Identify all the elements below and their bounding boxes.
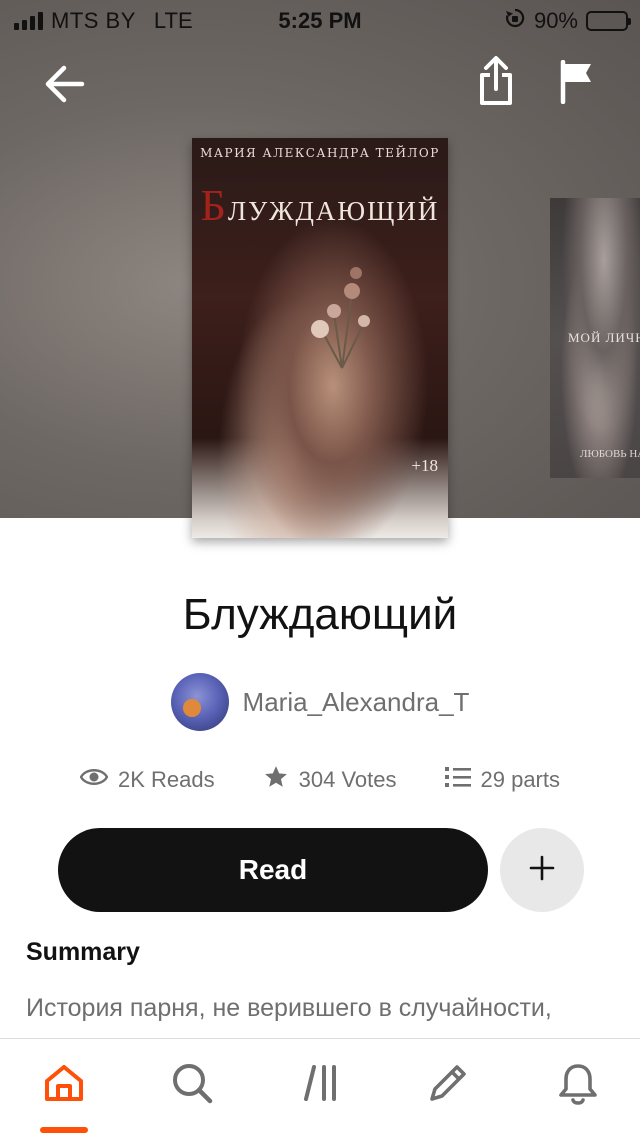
story-stats: 2K Reads 304 Votes 29 parts	[0, 760, 640, 800]
list-icon	[444, 766, 471, 794]
home-icon	[42, 1061, 86, 1110]
summary-text: История парня, не верившего в случайност…	[26, 994, 552, 1022]
flowers-illustration	[311, 267, 370, 369]
cover-author: МАРИЯ АЛЕКСАНДРА ТЕЙЛОР	[200, 146, 440, 160]
back-button[interactable]	[36, 58, 92, 114]
bell-icon	[556, 1061, 600, 1112]
parts-count: 29 parts	[480, 767, 561, 792]
cover-title: БЛУЖДАЮЩИЙ	[192, 180, 448, 231]
reads-count: 2K Reads	[118, 767, 215, 792]
read-button[interactable]: Read	[58, 828, 488, 912]
active-tab-indicator	[40, 1127, 88, 1133]
cover-title-rest: ЛУЖДАЮЩИЙ	[227, 196, 440, 226]
plus-icon	[529, 855, 555, 886]
pencil-icon	[426, 1061, 470, 1110]
search-icon	[170, 1061, 214, 1110]
cover-age-rating: +18	[411, 456, 438, 475]
tab-library[interactable]	[292, 1061, 352, 1117]
rotation-lock-icon	[504, 7, 526, 35]
report-button[interactable]	[552, 58, 600, 110]
story-title: Блуждающий	[182, 590, 458, 639]
status-bar: MTS BY LTE 5:25 PM 90%	[0, 0, 640, 40]
battery-percent: 90%	[533, 8, 578, 33]
eye-icon	[79, 767, 109, 793]
summary-heading: Summary	[26, 938, 140, 966]
votes-count: 304 Votes	[298, 767, 397, 792]
cover-title-initial: Б	[200, 181, 228, 230]
star-icon	[263, 764, 289, 796]
reads-stat: 2K Reads	[79, 767, 215, 793]
flag-icon	[559, 59, 593, 109]
share-button[interactable]	[470, 55, 522, 111]
tab-write[interactable]	[418, 1061, 478, 1117]
avatar	[170, 673, 229, 731]
next-cover-subtitle: ЛЮБОВЬ НА ПР	[580, 448, 640, 460]
status-bar-right: 90%	[504, 7, 631, 35]
author-name: Maria_Alexandra_T	[242, 686, 470, 717]
story-cover[interactable]: МАРИЯ АЛЕКСАНДРА ТЕЙЛОР БЛУЖДАЮЩИЙ +18	[192, 138, 448, 538]
parts-stat[interactable]: 29 parts	[444, 766, 561, 794]
tab-notifications[interactable]	[548, 1061, 608, 1117]
next-cover-title: МОЙ ЛИЧНЫЙ	[568, 330, 640, 345]
add-to-library-button[interactable]	[500, 828, 584, 912]
share-icon	[478, 55, 514, 112]
tab-search[interactable]	[162, 1061, 222, 1117]
author-link[interactable]: Maria_Alexandra_T	[0, 672, 640, 732]
battery-icon	[586, 11, 631, 31]
next-story-cover[interactable]: МОЙ ЛИЧНЫЙ ЛЮБОВЬ НА ПР	[550, 198, 640, 478]
arrow-left-icon	[42, 64, 86, 109]
tab-home[interactable]	[34, 1061, 94, 1117]
bottom-tab-bar	[0, 1038, 640, 1136]
votes-stat: 304 Votes	[263, 764, 397, 796]
library-icon	[300, 1061, 344, 1110]
